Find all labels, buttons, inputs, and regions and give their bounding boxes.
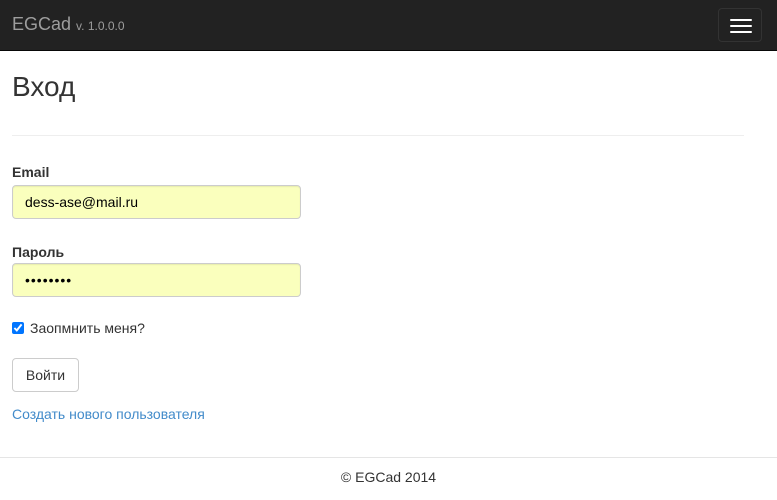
brand-link[interactable]: EGCad v. 1.0.0.0	[12, 14, 125, 35]
footer-copyright: © EGCad 2014	[340, 469, 437, 485]
remember-me[interactable]: Заопмнить меня?	[12, 320, 145, 336]
hamburger-menu-icon-bar	[730, 25, 752, 27]
password-field[interactable]	[12, 263, 301, 297]
login-button[interactable]: Войти	[12, 358, 79, 392]
remember-me-label: Заопмнить меня?	[30, 320, 145, 336]
email-field[interactable]	[12, 185, 301, 219]
footer-divider	[0, 457, 777, 458]
page-title: Вход	[12, 71, 76, 102]
hamburger-menu-icon	[730, 19, 752, 21]
register-link[interactable]: Создать нового пользователя	[12, 406, 205, 422]
hamburger-menu-icon-bar	[730, 31, 752, 33]
remember-me-checkbox[interactable]	[12, 322, 24, 334]
navbar-toggle-button[interactable]	[718, 8, 762, 42]
title-divider	[12, 135, 744, 136]
navbar: EGCad v. 1.0.0.0	[0, 0, 777, 51]
brand-version: v. 1.0.0.0	[76, 19, 125, 33]
password-label: Пароль	[12, 244, 65, 260]
brand-name: EGCad	[12, 14, 72, 34]
email-label: Email	[12, 164, 50, 180]
